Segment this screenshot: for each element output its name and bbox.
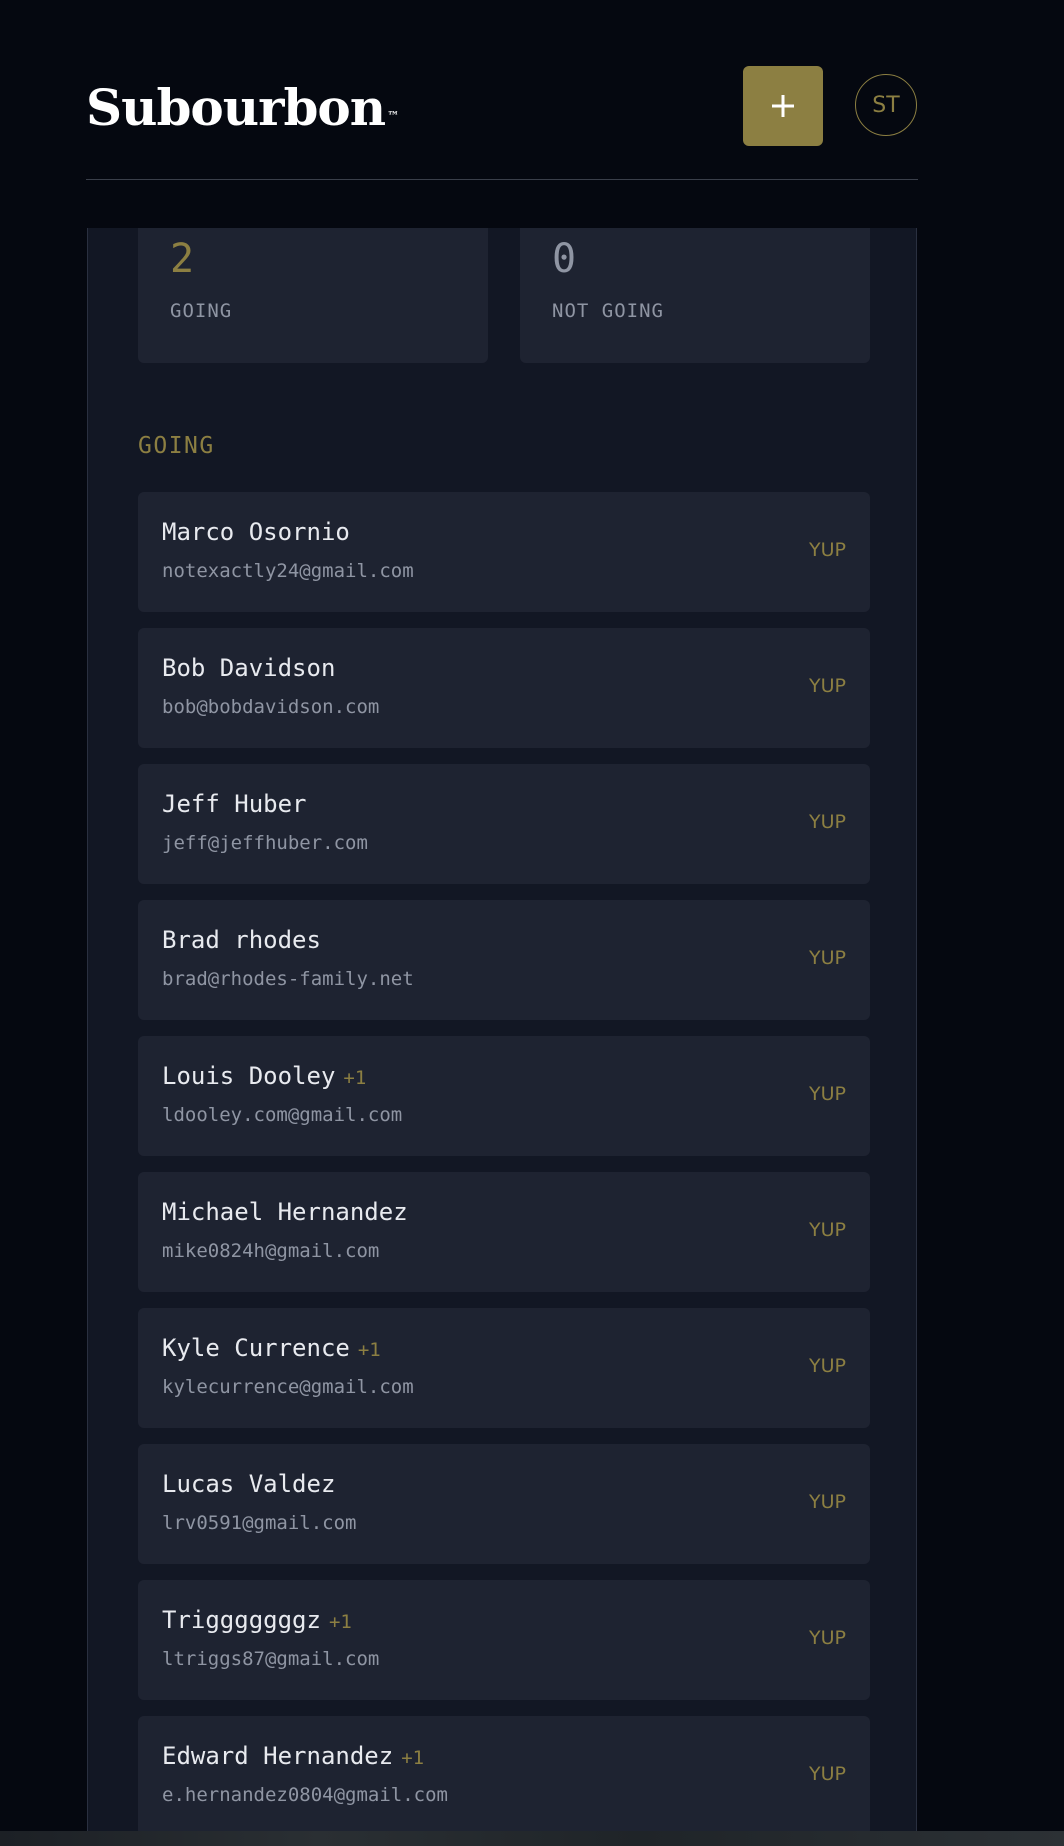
guest-list-item[interactable]: Lucas Valdez lrv0591@gmail.com YUP bbox=[138, 1444, 870, 1564]
guest-email: bob@bobdavidson.com bbox=[162, 696, 380, 718]
guest-name: Edward Hernandez bbox=[162, 1742, 394, 1770]
logo-text: Subourbon bbox=[86, 78, 386, 137]
background-image-strip bbox=[0, 1831, 1064, 1846]
app-header: Subourbon ™ ST bbox=[86, 0, 918, 180]
add-button[interactable] bbox=[743, 66, 823, 146]
not-going-count: 0 bbox=[552, 236, 577, 282]
guest-email: brad@rhodes-family.net bbox=[162, 968, 414, 990]
going-stat-card: 2 GOING bbox=[138, 228, 488, 363]
guest-name-row: Louis Dooley +1 bbox=[162, 1062, 366, 1090]
avatar[interactable]: ST bbox=[855, 74, 917, 136]
guest-email: notexactly24@gmail.com bbox=[162, 560, 414, 582]
guest-name-row: Michael Hernandez bbox=[162, 1198, 416, 1226]
guest-email: lrv0591@gmail.com bbox=[162, 1512, 357, 1534]
plus-one-badge: +1 bbox=[357, 1339, 381, 1361]
rsvp-status: YUP bbox=[809, 1355, 846, 1377]
guest-email: jeff@jeffhuber.com bbox=[162, 832, 368, 854]
plus-icon bbox=[772, 95, 794, 117]
rsvp-status: YUP bbox=[809, 811, 846, 833]
guest-list-item[interactable]: Louis Dooley +1 ldooley.com@gmail.com YUP bbox=[138, 1036, 870, 1156]
rsvp-status: YUP bbox=[809, 539, 846, 561]
guest-email: ldooley.com@gmail.com bbox=[162, 1104, 403, 1126]
guest-name-row: Jeff Huber bbox=[162, 790, 315, 818]
guest-name: Lucas Valdez bbox=[162, 1470, 336, 1498]
rsvp-status: YUP bbox=[809, 947, 846, 969]
guest-email: mike0824h@gmail.com bbox=[162, 1240, 380, 1262]
guest-email: ltriggs87@gmail.com bbox=[162, 1648, 380, 1670]
guest-name-row: Edward Hernandez +1 bbox=[162, 1742, 424, 1770]
going-count: 2 bbox=[170, 236, 195, 282]
logo[interactable]: Subourbon ™ bbox=[86, 78, 399, 138]
trademark-mark: ™ bbox=[387, 109, 400, 123]
guest-email: kylecurrence@gmail.com bbox=[162, 1376, 414, 1398]
plus-one-badge: +1 bbox=[328, 1611, 352, 1633]
guest-name: Marco Osornio bbox=[162, 518, 350, 546]
not-going-stat-card: 0 NOT GOING bbox=[520, 228, 870, 363]
guest-list-item[interactable]: Edward Hernandez +1 e.hernandez0804@gmail… bbox=[138, 1716, 870, 1836]
event-panel: 2 GOING 0 NOT GOING GOING Marco Osornio … bbox=[87, 228, 917, 1836]
guest-list-item[interactable]: Brad rhodes brad@rhodes-family.net YUP bbox=[138, 900, 870, 1020]
guest-name-row: Bob Davidson bbox=[162, 654, 343, 682]
plus-one-badge: +1 bbox=[343, 1067, 367, 1089]
guest-name-row: Brad rhodes bbox=[162, 926, 329, 954]
guest-list-item[interactable]: Marco Osornio notexactly24@gmail.com YUP bbox=[138, 492, 870, 612]
plus-one-badge: +1 bbox=[401, 1747, 425, 1769]
guest-list-item[interactable]: Michael Hernandez mike0824h@gmail.com YU… bbox=[138, 1172, 870, 1292]
guest-name: Brad rhodes bbox=[162, 926, 321, 954]
guest-name: Bob Davidson bbox=[162, 654, 336, 682]
guest-name: Trigggggggz bbox=[162, 1606, 321, 1634]
guest-name: Michael Hernandez bbox=[162, 1198, 408, 1226]
guest-name-row: Lucas Valdez bbox=[162, 1470, 343, 1498]
rsvp-status: YUP bbox=[809, 1763, 846, 1785]
guest-list-item[interactable]: Bob Davidson bob@bobdavidson.com YUP bbox=[138, 628, 870, 748]
guest-list-item[interactable]: Trigggggggz +1 ltriggs87@gmail.com YUP bbox=[138, 1580, 870, 1700]
guest-name-row: Marco Osornio bbox=[162, 518, 358, 546]
guest-list-item[interactable]: Jeff Huber jeff@jeffhuber.com YUP bbox=[138, 764, 870, 884]
rsvp-status: YUP bbox=[809, 1083, 846, 1105]
page: Subourbon ™ ST 2 GOING 0 NOT GOING GOING … bbox=[0, 0, 1064, 1846]
rsvp-status: YUP bbox=[809, 1491, 846, 1513]
guest-email: e.hernandez0804@gmail.com bbox=[162, 1784, 448, 1806]
going-section-heading: GOING bbox=[138, 433, 215, 459]
rsvp-status: YUP bbox=[809, 1219, 846, 1241]
guest-name: Kyle Currence bbox=[162, 1334, 350, 1362]
rsvp-status: YUP bbox=[809, 1627, 846, 1649]
guest-name: Louis Dooley bbox=[162, 1062, 336, 1090]
guest-name-row: Kyle Currence +1 bbox=[162, 1334, 381, 1362]
guest-list-item[interactable]: Kyle Currence +1 kylecurrence@gmail.com Y… bbox=[138, 1308, 870, 1428]
guest-list: Marco Osornio notexactly24@gmail.com YUP… bbox=[138, 492, 870, 1836]
guest-name: Jeff Huber bbox=[162, 790, 307, 818]
guest-name-row: Trigggggggz +1 bbox=[162, 1606, 352, 1634]
rsvp-status: YUP bbox=[809, 675, 846, 697]
going-label: GOING bbox=[170, 300, 233, 322]
not-going-label: NOT GOING bbox=[552, 300, 664, 322]
